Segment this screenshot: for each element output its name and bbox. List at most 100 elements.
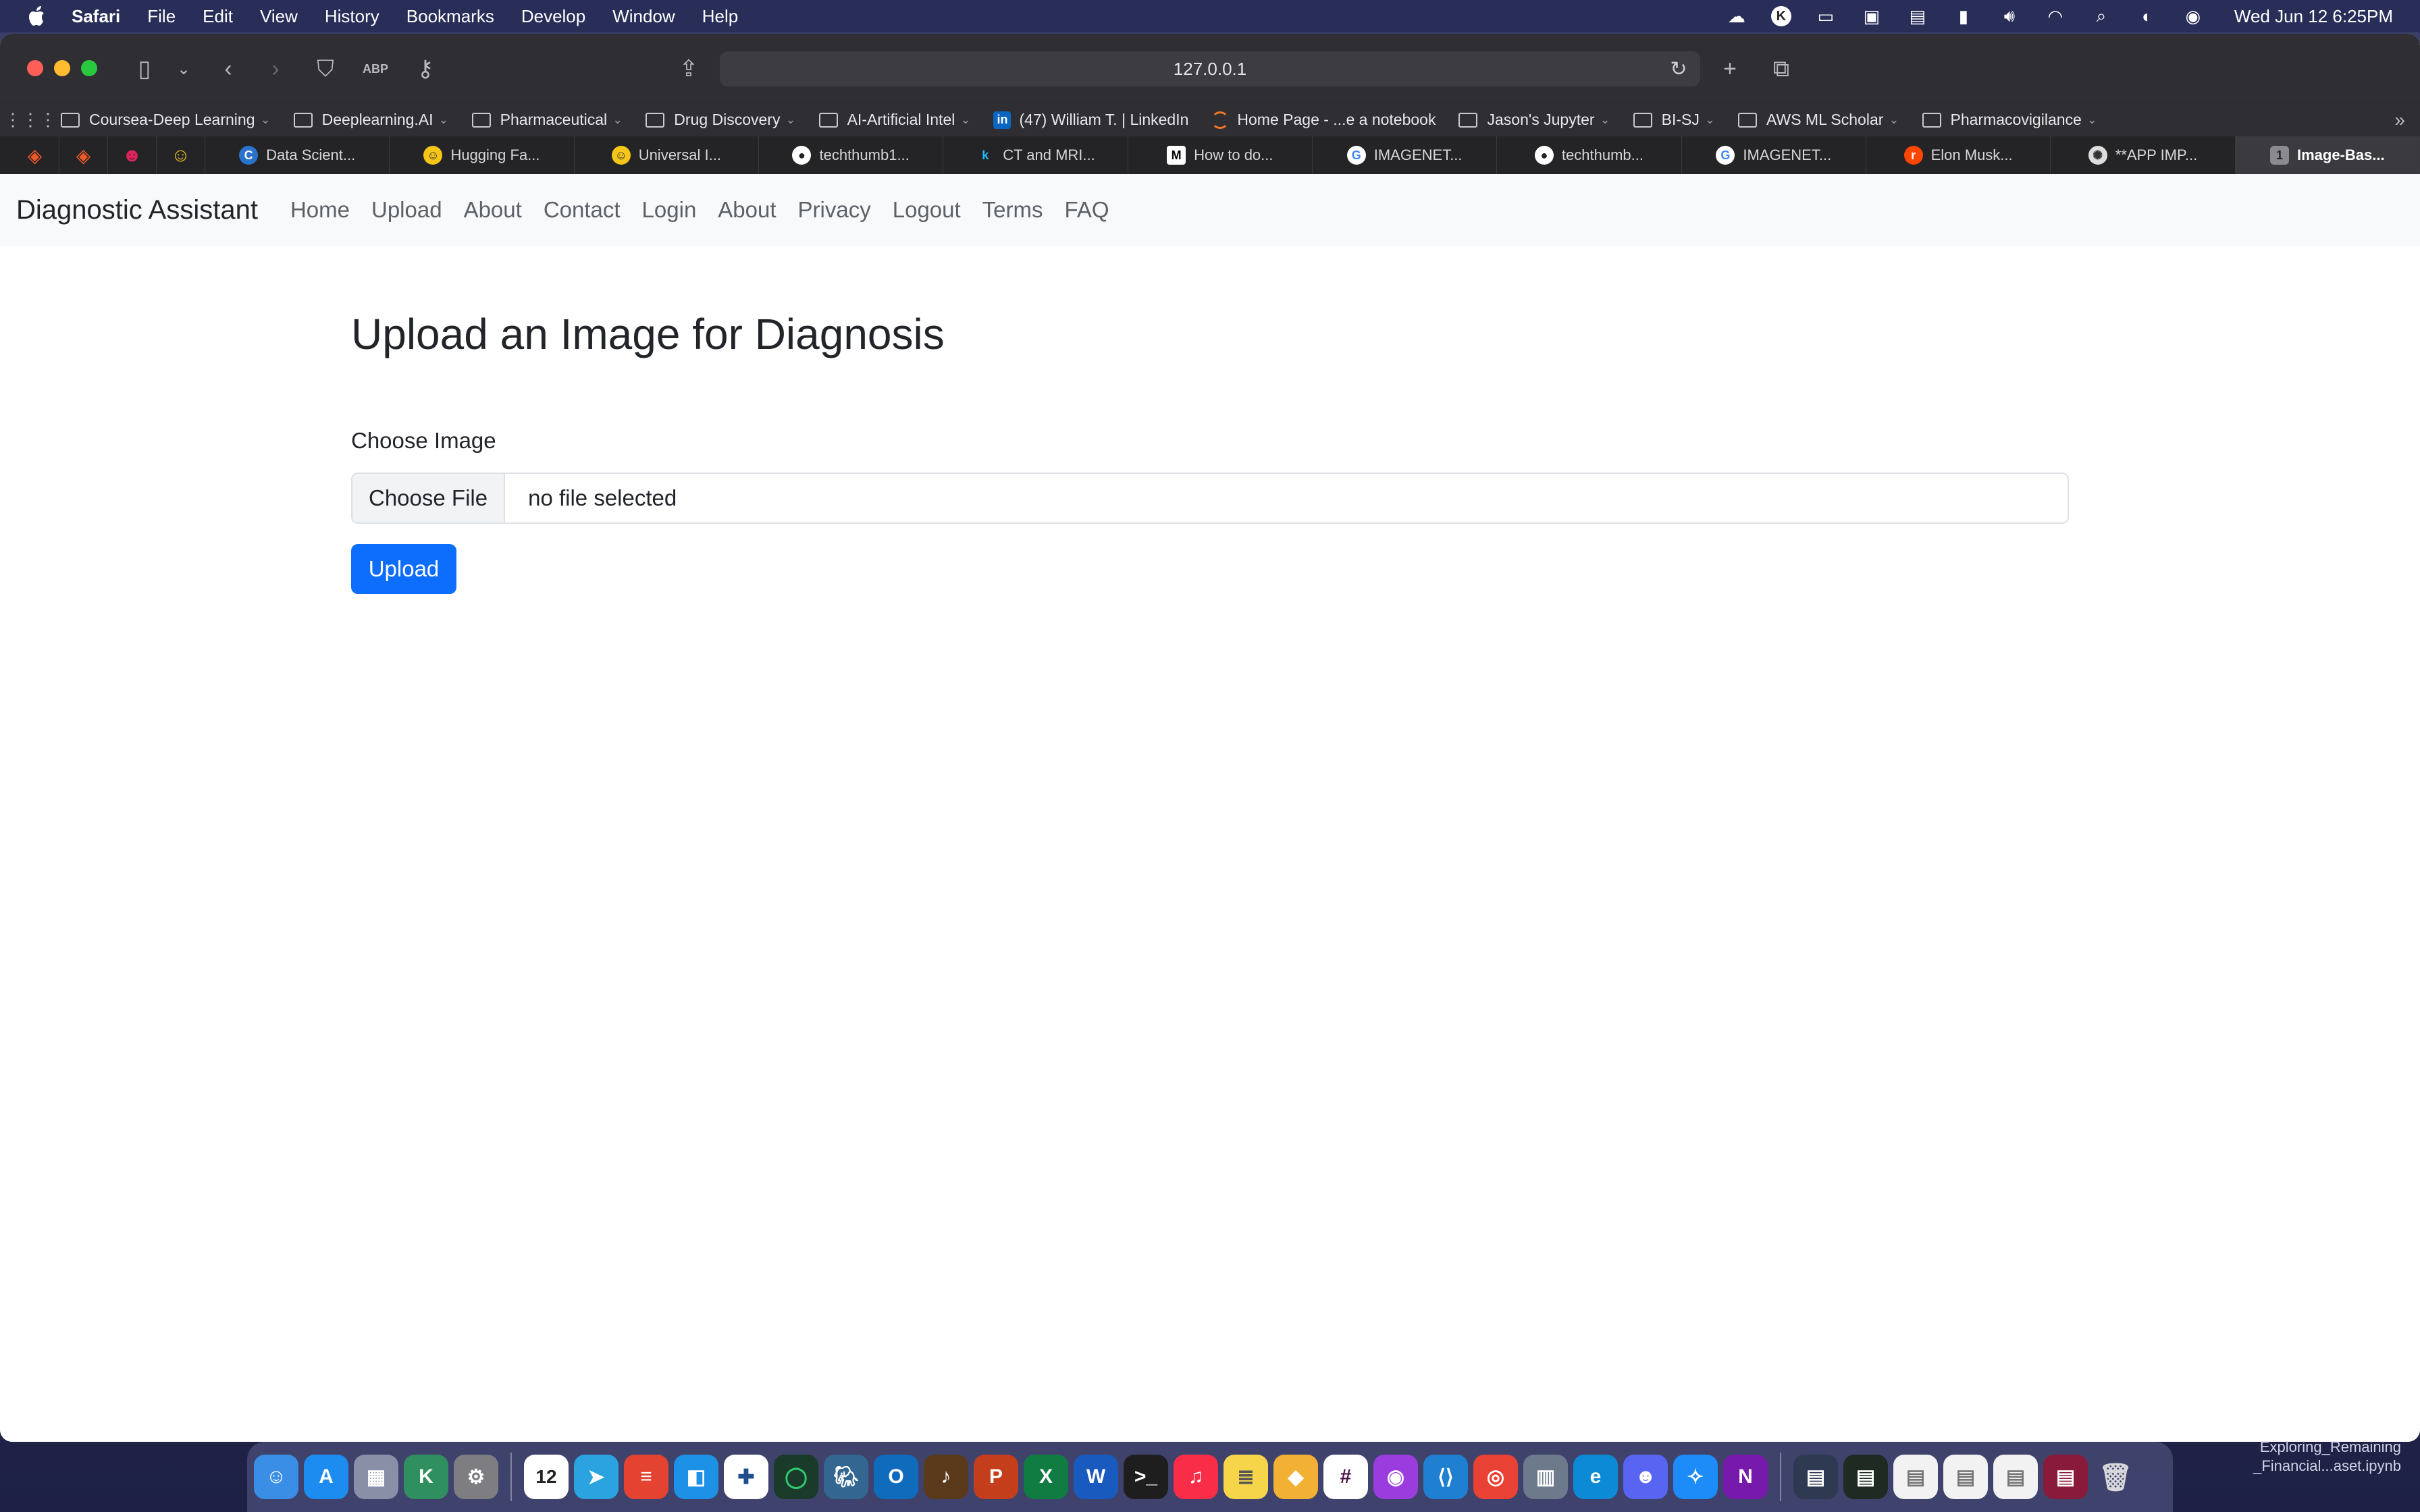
nav-faq[interactable]: FAQ [1065,197,1109,223]
password-key-icon[interactable]: ⚷ [411,54,440,84]
adblock-icon[interactable]: ABP [361,54,390,84]
zoom-window-button[interactable] [81,60,97,76]
menu-bookmarks[interactable]: Bookmarks [406,6,494,27]
nav-terms[interactable]: Terms [982,197,1043,223]
menu-view[interactable]: View [260,6,298,27]
address-bar[interactable]: 127.0.0.1 ↻ [720,51,1700,86]
postgres-icon[interactable]: 🐘︎ [824,1455,868,1499]
docker-icon[interactable]: ◧ [674,1455,718,1499]
bookmark-folder[interactable]: Jason's Jupyter ⌄ [1458,111,1610,129]
bookmark-folder[interactable]: AWS ML Scholar ⌄ [1738,111,1899,129]
calendar-icon[interactable]: 12 [524,1455,569,1499]
system-settings-icon[interactable]: ⚙ [454,1455,498,1499]
edge-icon[interactable]: e [1573,1455,1618,1499]
tableau-icon[interactable]: ✚ [724,1455,768,1499]
recent-window-icon[interactable]: ▤ [1843,1455,1888,1499]
bookmark-jupyter[interactable]: Home Page - ...e a notebook [1211,111,1436,129]
menu-clock[interactable]: Wed Jun 12 6:25PM [2234,6,2393,27]
browser-tab-active[interactable]: 1 Image-Bas... [2235,136,2420,174]
spotlight-search-icon[interactable]: ⌕ [2090,5,2113,26]
excel-icon[interactable]: X [1024,1455,1068,1499]
nav-contact[interactable]: Contact [544,197,621,223]
bookmark-folder[interactable]: Pharmaceutical ⌄ [471,111,623,129]
discord-icon[interactable]: ☻ [1623,1455,1668,1499]
nav-privacy[interactable]: Privacy [798,197,871,223]
volume-icon[interactable]: 🔊︎ [1998,5,2021,26]
launchpad-icon[interactable]: ▦ [354,1455,398,1499]
new-tab-icon[interactable]: + [1715,54,1745,84]
screen-mirror-icon[interactable]: ▭ [1814,6,1837,26]
url-text[interactable]: 127.0.0.1 [1174,59,1246,80]
back-arrow-icon[interactable]: ‹ [213,54,243,84]
control-center-icon[interactable]: ◐ [2136,6,2159,26]
recent-window-icon[interactable]: ▤ [1793,1455,1838,1499]
browser-tab[interactable]: ● techthumb... [1497,136,1682,174]
word-icon[interactable]: W [1074,1455,1118,1499]
display-icon[interactable]: ▣ [1860,6,1883,26]
slack-icon[interactable]: # [1323,1455,1368,1499]
onenote-icon[interactable]: N [1723,1455,1768,1499]
notes-icon[interactable]: ≣ [1224,1455,1268,1499]
wifi-icon[interactable]: ◠ [2044,6,2067,26]
browser-tab[interactable]: C Data Scient... [205,136,390,174]
tableplus-icon[interactable]: ◆ [1273,1455,1318,1499]
chrome-icon[interactable]: ◎ [1473,1455,1518,1499]
outlook-icon[interactable]: O [874,1455,918,1499]
browser-tab[interactable]: G IMAGENET... [1682,136,1866,174]
bookmarks-overflow-icon[interactable]: » [2394,109,2405,131]
finder-icon[interactable]: ☺ [254,1455,298,1499]
nav-about-2[interactable]: About [718,197,776,223]
nav-about[interactable]: About [464,197,522,223]
upload-button[interactable]: Upload [351,544,456,594]
cleanup-icon[interactable]: ☁ [1725,6,1748,26]
preview-icon[interactable]: ▥ [1523,1455,1568,1499]
sidebar-toggle-icon[interactable]: ▯ [130,54,159,84]
nav-login[interactable]: Login [642,197,697,223]
forward-arrow-icon[interactable]: › [261,54,290,84]
bookmark-folder[interactable]: Coursea-Deep Learning ⌄ [61,111,271,129]
site-brand[interactable]: Diagnostic Assistant [16,195,258,225]
bookmark-folder[interactable]: BI-SJ ⌄ [1633,111,1715,129]
choose-file-button[interactable]: Choose File [352,474,506,522]
browser-tab[interactable]: ☺ Hugging Fa... [390,136,575,174]
desktop-file-label[interactable]: Exploring_Remaining _Financial...aset.ip… [2253,1438,2401,1476]
tab-overview-icon[interactable]: ⧉ [1766,54,1796,84]
guitar-app-icon[interactable]: ♪ [924,1455,968,1499]
apple-icon[interactable] [24,3,51,30]
browser-tab[interactable]: ● techthumb1... [759,136,944,174]
bookmark-folder[interactable]: Drug Discovery ⌄ [646,111,796,129]
podcasts-icon[interactable]: ◉ [1373,1455,1418,1499]
chevron-down-icon[interactable]: ⌄ [169,54,199,84]
telegram-icon[interactable]: ➤ [574,1455,619,1499]
nav-home[interactable]: Home [290,197,350,223]
menu-history[interactable]: History [325,6,379,27]
browser-tab[interactable]: ✺ **APP IMP... [2051,136,2236,174]
terminal-icon[interactable]: >_ [1124,1455,1168,1499]
menu-help[interactable]: Help [702,6,738,27]
bookmark-linkedin[interactable]: in (47) William T. | LinkedIn [993,111,1188,129]
wallet-icon[interactable]: ▤ [1906,6,1929,26]
pinned-tab-icon[interactable]: ◈ [59,136,108,174]
recent-document-icon[interactable]: ▤ [1893,1455,1938,1499]
reload-icon[interactable]: ↻ [1666,57,1691,81]
menu-develop[interactable]: Develop [521,6,585,27]
close-window-button[interactable] [27,60,43,76]
nav-upload[interactable]: Upload [371,197,442,223]
bookmark-folder[interactable]: Pharmacovigilance ⌄ [1922,111,2097,129]
menu-edit[interactable]: Edit [203,6,233,27]
bookmark-folder[interactable]: Deeplearning.AI ⌄ [293,111,449,129]
file-input[interactable]: Choose File no file selected [351,473,2069,524]
k-app-icon[interactable]: K [1770,6,1791,26]
sync-ring-icon[interactable]: ◯ [774,1455,818,1499]
share-icon[interactable]: ⇪ [674,54,704,84]
browser-tab[interactable]: M How to do... [1128,136,1313,174]
siri-icon[interactable]: ◉ [2182,6,2205,26]
recent-document-icon[interactable]: ▤ [1993,1455,2038,1499]
browser-tab[interactable]: G IMAGENET... [1313,136,1498,174]
bookmark-folder[interactable]: AI-Artificial Intel ⌄ [818,111,970,129]
privacy-shield-icon[interactable]: ⛉ [311,54,340,84]
todoist-icon[interactable]: ≡ [624,1455,668,1499]
music-icon[interactable]: ♫ [1174,1455,1218,1499]
nav-logout[interactable]: Logout [893,197,961,223]
pinned-tab-icon[interactable]: ☺ [157,136,205,174]
